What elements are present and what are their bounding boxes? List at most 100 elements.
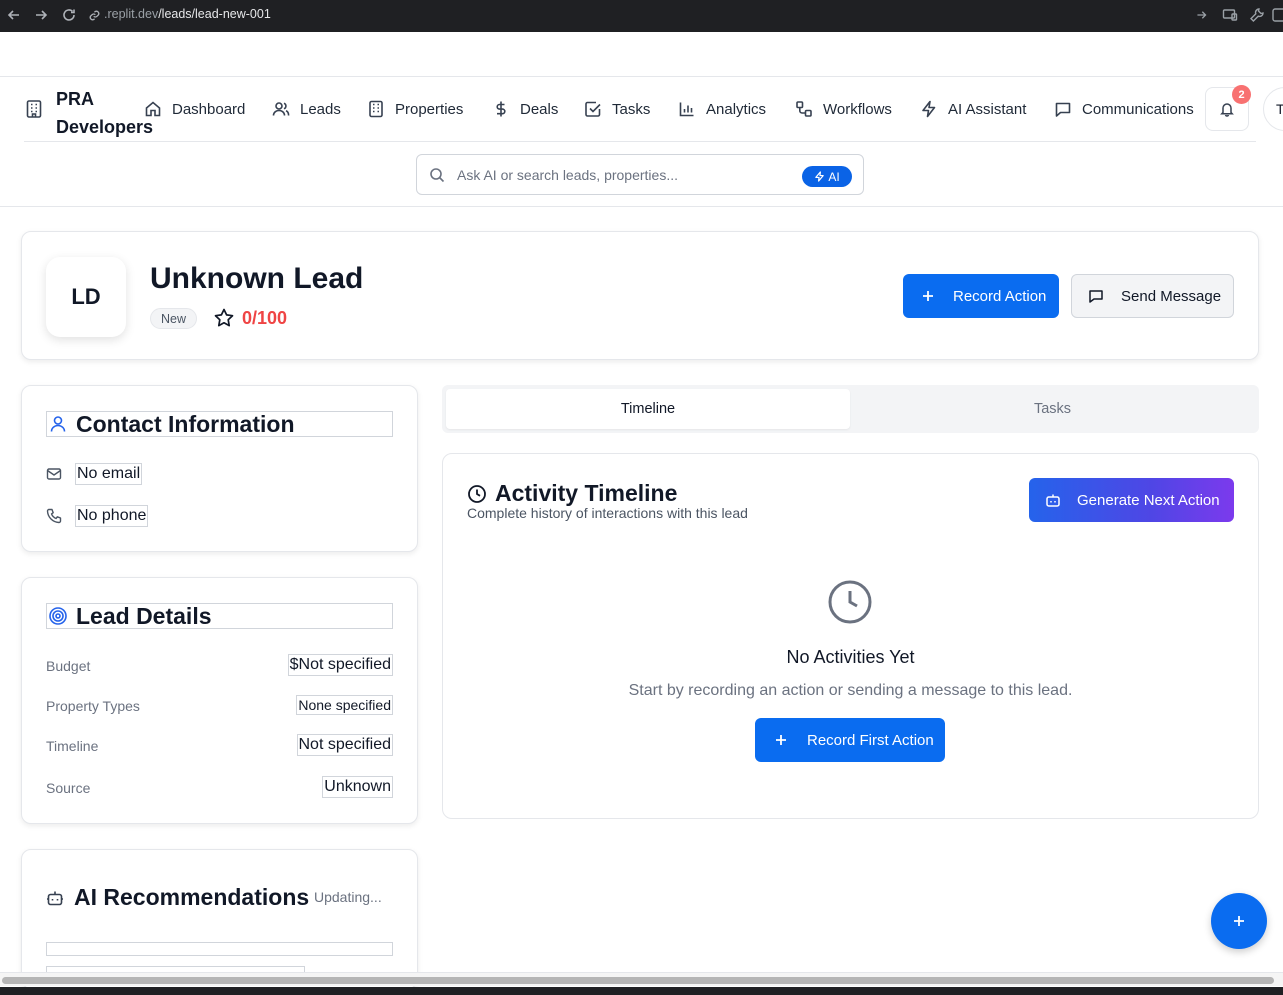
source-value: Unknown bbox=[322, 776, 393, 798]
budget-label: Budget bbox=[46, 658, 91, 674]
building-icon bbox=[369, 100, 383, 118]
scrollbar-thumb[interactable] bbox=[2, 977, 1274, 984]
nav-label: Communications bbox=[1082, 100, 1194, 118]
app-header: PRA Developers Dashboard Leads Propertie… bbox=[0, 76, 1283, 207]
bot-icon bbox=[1046, 494, 1060, 507]
search-icon bbox=[430, 168, 445, 183]
url-path: /leads/lead-new-001 bbox=[158, 7, 271, 21]
plus-icon bbox=[1234, 916, 1244, 926]
devices-icon[interactable] bbox=[1222, 7, 1238, 23]
nav-dashboard[interactable]: Dashboard bbox=[144, 99, 245, 119]
star-icon bbox=[214, 308, 234, 327]
ai-pill-label: AI bbox=[828, 169, 840, 184]
record-first-action-button[interactable]: Record First Action bbox=[755, 718, 945, 762]
nav-label: Dashboard bbox=[172, 100, 246, 118]
dollar-icon bbox=[496, 101, 506, 117]
contact-phone-row: No phone bbox=[46, 505, 149, 527]
back-arrow-icon[interactable] bbox=[6, 7, 22, 23]
message-icon bbox=[1055, 102, 1071, 117]
lead-name: Unknown Lead bbox=[150, 262, 364, 295]
activity-timeline-title: Activity Timeline bbox=[467, 480, 677, 507]
empty-state-subtitle: Start by recording an action or sending … bbox=[628, 682, 1073, 699]
home-icon bbox=[145, 101, 161, 117]
status-badge: New bbox=[150, 308, 198, 329]
url-domain: .replit.dev bbox=[104, 7, 159, 21]
nav-ai-assistant[interactable]: AI Assistant bbox=[920, 99, 1026, 119]
nav-workflows[interactable]: Workflows bbox=[795, 99, 892, 119]
user-avatar-button[interactable]: T bbox=[1263, 87, 1283, 131]
property-types-label: Property Types bbox=[46, 698, 140, 714]
loading-skeleton bbox=[46, 942, 393, 956]
contact-email[interactable]: No email bbox=[75, 463, 143, 485]
wrench-icon[interactable] bbox=[1249, 7, 1265, 23]
lead-avatar: LD bbox=[46, 257, 126, 337]
phone-icon bbox=[46, 508, 62, 524]
forward-arrow-icon[interactable] bbox=[33, 7, 49, 23]
timeline-value: Not specified bbox=[296, 734, 393, 756]
record-action-button[interactable]: Record Action bbox=[903, 274, 1059, 318]
plus-icon bbox=[923, 291, 933, 301]
card-title-text: Lead Details bbox=[76, 602, 212, 629]
property-types-value: None specified bbox=[296, 695, 393, 715]
tab-tasks[interactable]: Tasks bbox=[850, 389, 1255, 429]
zap-icon bbox=[922, 100, 936, 118]
nav-deals[interactable]: Deals bbox=[492, 99, 558, 119]
nav-leads[interactable]: Leads bbox=[272, 99, 341, 119]
activity-timeline-card: Activity Timeline Complete history of in… bbox=[442, 453, 1259, 819]
browser-toolbar: .replit.dev/leads/lead-new-001 bbox=[0, 0, 1283, 32]
nav-tasks[interactable]: Tasks bbox=[584, 99, 650, 119]
users-icon bbox=[272, 102, 290, 116]
zap-icon bbox=[815, 171, 825, 182]
nav-label: AI Assistant bbox=[948, 100, 1027, 118]
reload-icon[interactable] bbox=[61, 7, 77, 23]
plus-icon bbox=[776, 735, 786, 745]
send-message-label: Send Message bbox=[1121, 287, 1222, 305]
window-bottom-edge bbox=[0, 987, 1283, 995]
target-icon bbox=[49, 607, 67, 625]
record-action-label: Record Action bbox=[953, 287, 1047, 305]
bell-icon bbox=[1220, 103, 1234, 117]
clock-icon bbox=[828, 580, 872, 624]
contact-card-title: Contact Information bbox=[46, 411, 393, 437]
floating-add-button[interactable] bbox=[1211, 893, 1267, 949]
card-title-text: Activity Timeline bbox=[495, 480, 678, 506]
source-label: Source bbox=[46, 780, 91, 796]
generate-next-action-button[interactable]: Generate Next Action bbox=[1029, 478, 1234, 522]
nav-communications[interactable]: Communications bbox=[1054, 99, 1194, 119]
contact-phone[interactable]: No phone bbox=[75, 505, 149, 527]
avatar-initial: T bbox=[1276, 101, 1283, 117]
ai-search-button[interactable]: AI bbox=[802, 166, 852, 187]
search-input[interactable] bbox=[457, 163, 797, 187]
bar-chart-icon bbox=[679, 102, 694, 117]
brand-name[interactable]: PRA Developers bbox=[56, 85, 156, 141]
ai-recommendations-title: AI Recommendations bbox=[46, 884, 309, 911]
horizontal-scrollbar[interactable] bbox=[0, 972, 1283, 986]
contact-information-card: Contact Information No email No phone bbox=[21, 385, 418, 552]
send-message-button[interactable]: Send Message bbox=[1071, 274, 1234, 318]
card-title-text: Contact Information bbox=[76, 410, 295, 437]
nav-analytics[interactable]: Analytics bbox=[678, 99, 766, 119]
nav-label: Properties bbox=[395, 100, 464, 118]
timeline-label: Timeline bbox=[46, 738, 99, 754]
global-search: AI bbox=[416, 154, 864, 195]
lead-score: 0/100 bbox=[242, 308, 288, 328]
arrow-right-icon[interactable] bbox=[1195, 7, 1208, 23]
link-icon bbox=[89, 10, 100, 21]
contact-email-row: No email bbox=[46, 463, 143, 485]
nav-label: Deals bbox=[520, 100, 559, 118]
clock-icon bbox=[468, 484, 486, 503]
ai-status-text: Updating... bbox=[314, 889, 382, 905]
nav-label: Tasks bbox=[612, 100, 651, 118]
nav-properties[interactable]: Properties bbox=[367, 99, 463, 119]
user-icon bbox=[50, 416, 66, 432]
activity-timeline-subtitle: Complete history of interactions with th… bbox=[467, 505, 748, 521]
tab-timeline[interactable]: Timeline bbox=[446, 389, 850, 429]
record-first-action-label: Record First Action bbox=[807, 731, 934, 749]
ai-recommendations-card: AI Recommendations Updating... bbox=[21, 849, 418, 989]
nav-label: Workflows bbox=[823, 100, 892, 118]
address-bar[interactable]: .replit.dev/leads/lead-new-001 bbox=[104, 7, 271, 21]
empty-state-title: No Activities Yet bbox=[786, 647, 915, 667]
more-icon[interactable] bbox=[1271, 7, 1283, 23]
bot-icon bbox=[47, 891, 63, 905]
budget-value: $Not specified bbox=[287, 654, 393, 676]
